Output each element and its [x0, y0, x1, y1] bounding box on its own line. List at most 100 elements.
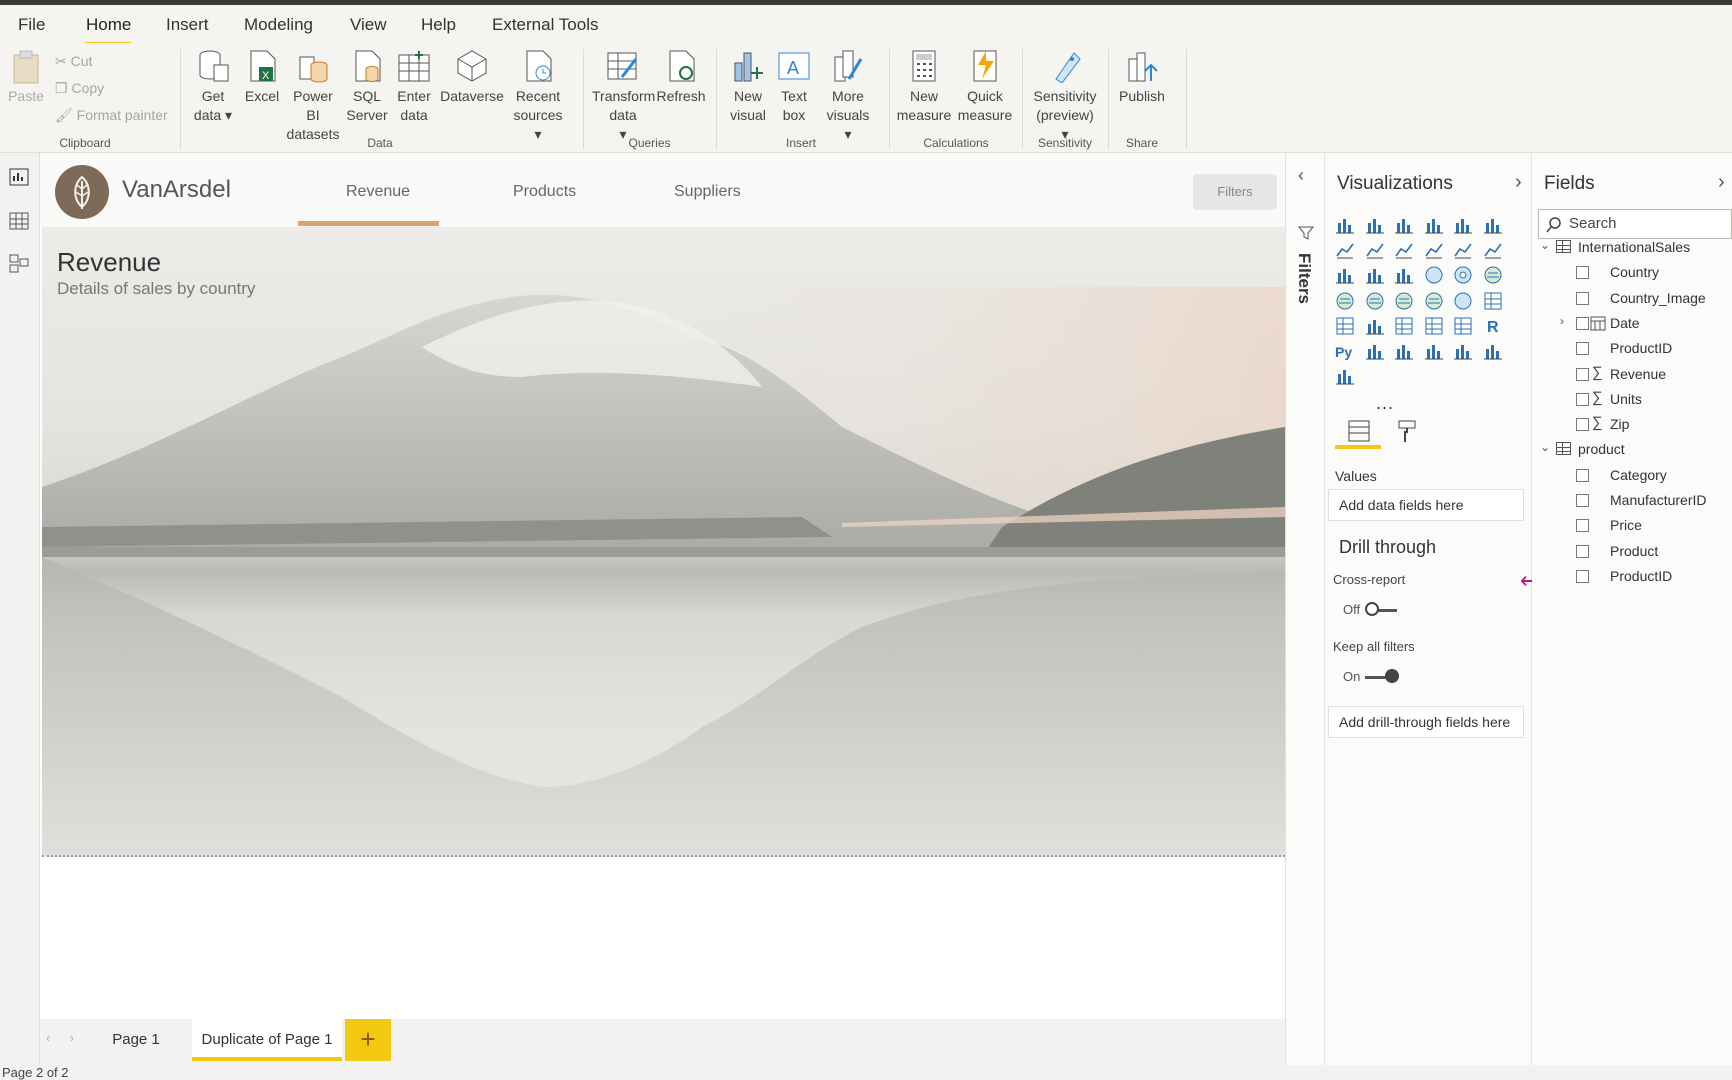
page-tab-duplicate[interactable]: Duplicate of Page 1: [192, 1019, 342, 1061]
chevron-left-icon[interactable]: ‹: [1298, 165, 1304, 186]
stacked-column-icon[interactable]: [1365, 215, 1385, 235]
tab-revenue[interactable]: Revenue: [346, 183, 410, 201]
sql-server-button[interactable]: SQL Server: [345, 49, 389, 125]
report-view-icon[interactable]: [8, 167, 30, 187]
excel-button[interactable]: X Excel: [242, 49, 282, 106]
chevron-down-icon[interactable]: ⌄: [1540, 238, 1550, 252]
field-checkbox[interactable]: [1576, 569, 1589, 583]
map-icon[interactable]: [1335, 291, 1355, 311]
field-checkbox[interactable]: [1576, 342, 1589, 356]
field-checkbox[interactable]: [1576, 266, 1589, 280]
power-apps-icon[interactable]: [1483, 341, 1503, 361]
matrix-icon[interactable]: [1453, 316, 1473, 336]
field-item[interactable]: Country: [1532, 262, 1732, 286]
field-item[interactable]: Price: [1532, 515, 1732, 539]
data-view-icon[interactable]: [8, 211, 30, 231]
field-item[interactable]: Category: [1532, 465, 1732, 489]
drill-through-drop-zone[interactable]: Add drill-through fields here: [1328, 706, 1524, 738]
field-checkbox[interactable]: [1576, 519, 1589, 533]
table-icon[interactable]: [1424, 316, 1444, 336]
field-checkbox[interactable]: [1576, 291, 1589, 305]
field-checkbox[interactable]: [1576, 418, 1589, 432]
azure-map-icon[interactable]: [1424, 291, 1444, 311]
tab-products[interactable]: Products: [513, 183, 576, 201]
chevron-right-icon[interactable]: ›: [1718, 171, 1725, 194]
line-chart-icon[interactable]: [1335, 240, 1355, 260]
decomposition-tree-icon[interactable]: [1394, 341, 1414, 361]
field-checkbox[interactable]: [1576, 468, 1589, 482]
key-influencers-icon[interactable]: [1365, 341, 1385, 361]
donut-icon[interactable]: [1453, 265, 1473, 285]
prev-page-icon[interactable]: ‹: [46, 1031, 50, 1045]
publish-button[interactable]: Publish: [1116, 49, 1168, 106]
tab-suppliers[interactable]: Suppliers: [674, 183, 741, 201]
filled-map-icon[interactable]: [1365, 291, 1385, 311]
stacked-area-icon[interactable]: [1394, 240, 1414, 260]
chevron-down-icon[interactable]: ⌄: [1540, 440, 1550, 454]
menu-home[interactable]: Home: [86, 15, 131, 35]
field-item[interactable]: › Date: [1532, 313, 1732, 337]
field-checkbox[interactable]: [1576, 316, 1589, 330]
gauge-icon[interactable]: [1453, 291, 1473, 311]
text-box-button[interactable]: A Text box: [774, 49, 814, 125]
copy-button[interactable]: ❐ Copy: [55, 80, 104, 97]
values-drop-zone[interactable]: Add data fields here: [1328, 489, 1524, 521]
paginated-icon[interactable]: [1453, 341, 1473, 361]
field-item[interactable]: Product: [1532, 541, 1732, 565]
fields-search-input[interactable]: Search: [1538, 209, 1732, 239]
card-icon[interactable]: [1483, 291, 1503, 311]
quick-measure-button[interactable]: Quick measure: [955, 49, 1015, 125]
100-bar-icon[interactable]: [1453, 215, 1473, 235]
cut-button[interactable]: ✂ Cut: [55, 53, 92, 70]
pie-icon[interactable]: [1424, 265, 1444, 285]
clustered-bar-icon[interactable]: [1394, 215, 1414, 235]
shape-map-icon[interactable]: [1394, 291, 1414, 311]
new-visual-button[interactable]: New visual: [726, 49, 770, 125]
funnel-icon[interactable]: [1365, 265, 1385, 285]
report-canvas[interactable]: VanArsdel Revenue Products Suppliers Fil…: [40, 153, 1285, 1019]
format-painter-button[interactable]: 🖌 Format painter: [55, 107, 168, 124]
scatter-icon[interactable]: [1394, 265, 1414, 285]
100-column-icon[interactable]: [1483, 215, 1503, 235]
slicer-icon[interactable]: [1394, 316, 1414, 336]
more-visuals-ellipsis[interactable]: ...: [1376, 393, 1394, 414]
area-chart-icon[interactable]: [1365, 240, 1385, 260]
recent-sources-button[interactable]: Recent sources ▾: [508, 49, 568, 144]
field-item[interactable]: ProductID: [1532, 566, 1732, 590]
field-table-product[interactable]: ⌄ product: [1532, 439, 1732, 463]
field-checkbox[interactable]: [1576, 544, 1589, 558]
clustered-column-icon[interactable]: [1424, 215, 1444, 235]
qa-icon[interactable]: [1424, 341, 1444, 361]
enter-data-button[interactable]: Enter data: [393, 49, 435, 125]
add-page-button[interactable]: +: [345, 1019, 391, 1061]
field-table-internationalsales[interactable]: ⌄ InternationalSales: [1532, 237, 1732, 261]
treemap-icon[interactable]: [1483, 265, 1503, 285]
kpi-icon[interactable]: [1365, 316, 1385, 336]
next-page-icon[interactable]: ›: [70, 1031, 74, 1045]
transform-data-button[interactable]: Transform data ▾: [592, 49, 655, 144]
r-visual-icon[interactable]: R: [1483, 316, 1503, 336]
hero-landscape-image[interactable]: Revenue Details of sales by country: [42, 227, 1285, 857]
filters-pane[interactable]: ‹ Filters: [1285, 153, 1325, 1065]
menu-insert[interactable]: Insert: [166, 15, 209, 35]
menu-help[interactable]: Help: [421, 15, 456, 35]
field-item[interactable]: Country_Image: [1532, 288, 1732, 312]
menu-view[interactable]: View: [350, 15, 387, 35]
field-item[interactable]: ManufacturerID: [1532, 490, 1732, 514]
stacked-bar-icon[interactable]: [1335, 215, 1355, 235]
field-item[interactable]: ∑ Zip: [1532, 414, 1732, 438]
chevron-right-icon[interactable]: ›: [1515, 171, 1522, 194]
waterfall-icon[interactable]: [1335, 265, 1355, 285]
paste-button[interactable]: Paste: [6, 49, 46, 106]
menu-modeling[interactable]: Modeling: [244, 15, 313, 35]
more-visuals-button[interactable]: More visuals ▾: [818, 49, 878, 144]
line-column-icon[interactable]: [1424, 240, 1444, 260]
power-automate-icon[interactable]: [1335, 366, 1355, 386]
ribbon-chart-icon[interactable]: [1483, 240, 1503, 260]
new-measure-button[interactable]: New measure: [896, 49, 952, 125]
fields-well-icon[interactable]: [1347, 419, 1371, 443]
field-checkbox[interactable]: [1576, 367, 1589, 381]
format-paintroller-icon[interactable]: [1395, 419, 1419, 443]
field-item[interactable]: ∑ Units: [1532, 389, 1732, 413]
python-visual-icon[interactable]: Py: [1335, 341, 1355, 361]
